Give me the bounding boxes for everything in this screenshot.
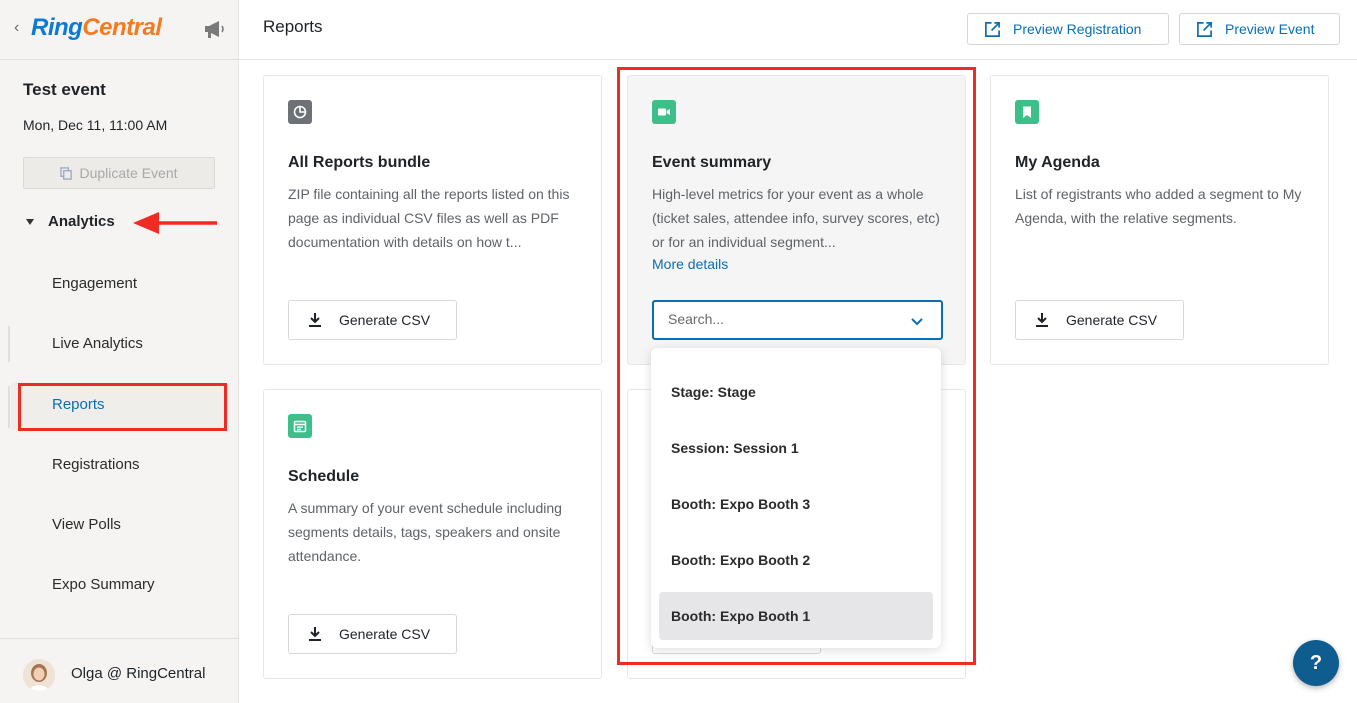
top-header: Reports Preview Registration Preview Eve… — [239, 0, 1357, 60]
sidebar-section-label: Analytics — [48, 213, 115, 230]
event-title: Test event — [23, 80, 106, 99]
chevron-left-icon[interactable]: ‹ — [14, 19, 19, 37]
download-icon — [309, 627, 321, 641]
caret-down-icon — [26, 218, 34, 225]
logo-ring-text: Ring — [31, 14, 83, 41]
sidebar-item-view-polls[interactable]: View Polls — [52, 516, 121, 533]
page-title: Reports — [263, 17, 323, 36]
card-schedule: Schedule A summary of your event schedul… — [263, 389, 602, 679]
user-name: Olga @ RingCentral — [71, 665, 206, 682]
event-date: Mon, Dec 11, 11:00 AM — [23, 117, 168, 133]
user-menu[interactable]: Olga @ RingCentral — [0, 638, 239, 703]
nav-indicator-active — [8, 386, 10, 428]
avatar-image — [23, 659, 55, 691]
help-button[interactable]: ? — [1293, 640, 1339, 686]
megaphone-icon[interactable] — [203, 18, 227, 40]
calendar-icon — [288, 414, 312, 438]
sidebar-item-registrations[interactable]: Registrations — [52, 456, 140, 473]
annotation-box-reports — [18, 383, 227, 431]
logo-central-text: Central — [82, 14, 162, 41]
bookmark-icon — [1015, 100, 1039, 124]
card-my-agenda: My Agenda List of registrants who added … — [990, 75, 1329, 365]
sidebar-section-analytics[interactable]: Analytics — [23, 213, 115, 230]
generate-csv-label: Generate CSV — [1066, 312, 1158, 328]
sidebar-item-live-analytics[interactable]: Live Analytics — [52, 335, 143, 352]
card-all-reports: All Reports bundle ZIP file containing a… — [263, 75, 602, 365]
download-icon — [309, 313, 321, 327]
generate-csv-label: Generate CSV — [339, 626, 431, 642]
preview-registration-button[interactable]: Preview Registration — [967, 13, 1169, 45]
preview-event-button[interactable]: Preview Event — [1179, 13, 1340, 45]
external-link-icon — [1197, 21, 1212, 37]
card-title: My Agenda — [1015, 154, 1100, 171]
sidebar-item-expo-summary[interactable]: Expo Summary — [52, 576, 155, 593]
nav-indicator — [8, 326, 10, 362]
sidebar-item-engagement[interactable]: Engagement — [52, 275, 137, 292]
preview-event-label: Preview Event — [1225, 21, 1315, 37]
annotation-box-event-summary — [617, 67, 976, 665]
card-description: List of registrants who added a segment … — [1015, 186, 1302, 226]
card-title: All Reports bundle — [288, 154, 431, 171]
generate-csv-button[interactable]: Generate CSV — [1015, 300, 1184, 340]
preview-registration-label: Preview Registration — [1013, 21, 1142, 37]
copy-icon — [60, 166, 73, 180]
duplicate-event-button[interactable]: Duplicate Event — [23, 157, 215, 189]
avatar[interactable] — [23, 659, 55, 691]
card-description: ZIP file containing all the reports list… — [288, 186, 570, 250]
generate-csv-button[interactable]: Generate CSV — [288, 614, 457, 654]
download-icon — [1036, 313, 1048, 327]
duplicate-event-label: Duplicate Event — [79, 165, 178, 181]
brand-row: ‹ RingCentral — [0, 0, 239, 60]
generate-csv-label: Generate CSV — [339, 312, 431, 328]
annotation-arrow-icon — [133, 212, 217, 234]
external-link-icon — [985, 21, 1000, 37]
ringcentral-logo[interactable]: RingCentral — [31, 14, 162, 42]
card-description: A summary of your event schedule includi… — [288, 500, 562, 564]
sidebar: ‹ RingCentral Test event Mon, Dec 11, 11… — [0, 0, 239, 703]
generate-csv-button[interactable]: Generate CSV — [288, 300, 457, 340]
pie-chart-icon — [288, 100, 312, 124]
card-title: Schedule — [288, 468, 360, 485]
